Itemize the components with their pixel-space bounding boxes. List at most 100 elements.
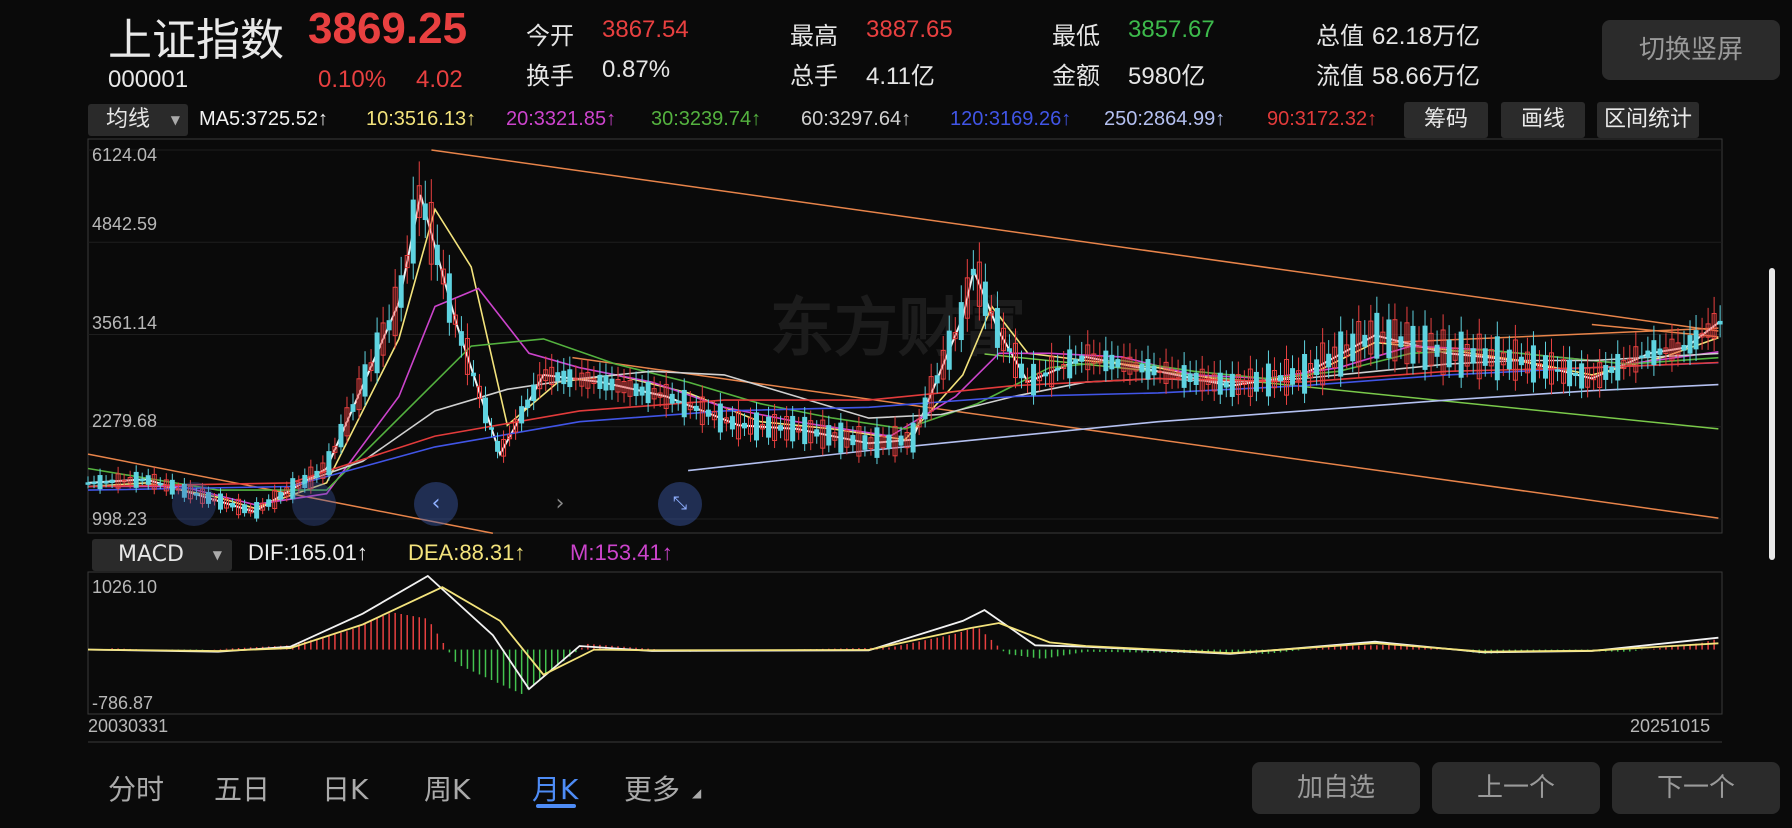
candle-body — [248, 507, 254, 514]
ma-dropdown[interactable]: 均线 ▼ — [88, 104, 188, 136]
candle-body — [1049, 356, 1055, 388]
macd-dea: DEA:88.31↑ — [408, 540, 526, 565]
candle-body — [1416, 340, 1422, 352]
candle-body — [1603, 364, 1609, 380]
candle-body — [501, 438, 507, 457]
scroll-left-button[interactable]: ‹ — [414, 482, 458, 526]
candle-body — [1061, 364, 1067, 369]
period-button[interactable] — [292, 482, 336, 526]
tab-1[interactable]: 五日 — [214, 768, 270, 808]
tab-4[interactable]: 月K — [532, 768, 578, 808]
candle-body — [1398, 336, 1404, 348]
candle-body — [1573, 372, 1579, 377]
candle-body — [278, 492, 284, 500]
candle-body — [1579, 363, 1585, 389]
candle-body — [639, 386, 645, 396]
candle-body — [1043, 372, 1049, 377]
candle-body — [1464, 343, 1470, 367]
macd-dea-line — [87, 586, 1719, 676]
candle-body — [326, 451, 332, 476]
candle-body — [266, 499, 272, 507]
candle-body — [1290, 368, 1296, 385]
candle-body — [1332, 346, 1338, 369]
bottom-button-2[interactable]: 下一个 — [1612, 762, 1780, 814]
zoom-in-button[interactable]: ⤡ — [658, 482, 702, 526]
stat-value: 62.18万亿 — [1372, 23, 1481, 50]
change-percent: 0.10% — [318, 66, 387, 93]
candle-body — [868, 437, 874, 450]
candle-body — [470, 372, 476, 377]
candle-body — [1494, 336, 1500, 381]
candle-body — [1091, 353, 1097, 364]
candle-body — [1169, 369, 1175, 379]
candle-body — [1296, 370, 1302, 381]
rotate-screen-button[interactable]: 切换竖屏 — [1602, 20, 1780, 80]
candle-body — [537, 374, 543, 390]
candle-body — [350, 404, 356, 412]
candle-body — [591, 378, 597, 385]
ma-line-30 — [87, 338, 1719, 491]
tool-button[interactable]: 筹码 — [1404, 102, 1488, 138]
candle-body — [729, 416, 735, 430]
candle-body — [958, 302, 964, 341]
main-plot-frame — [87, 138, 1723, 534]
ma-value: 30:3239.74↑ — [651, 108, 762, 130]
candle-body — [1488, 348, 1494, 367]
candle-body — [1284, 358, 1290, 396]
candle-body — [766, 416, 772, 438]
candle-body — [976, 261, 982, 307]
stat-value: 0.87% — [602, 56, 671, 83]
candle-body — [741, 422, 747, 429]
tab-3[interactable]: 周K — [424, 768, 470, 808]
tab-0[interactable]: 分时 — [108, 768, 164, 808]
bottom-button-1[interactable]: 上一个 — [1432, 762, 1600, 814]
candle-body — [886, 434, 892, 449]
candle-body — [1217, 372, 1223, 395]
candle-body — [1241, 382, 1247, 385]
macd-m: M:153.41↑ — [570, 540, 673, 565]
candle-body — [1037, 372, 1043, 382]
zoom-out-button[interactable] — [172, 482, 216, 526]
trend-line — [1389, 327, 1719, 344]
candle-body — [1452, 347, 1458, 361]
candle-body — [910, 422, 916, 453]
macd-dif: DIF:165.01↑ — [248, 540, 368, 565]
tab-5[interactable]: 更多 — [624, 768, 680, 808]
scroll-right-button[interactable]: › — [538, 482, 582, 526]
candle-body — [675, 400, 681, 404]
candle-body — [531, 384, 537, 402]
candle-body — [1145, 359, 1151, 380]
candle-body — [1253, 371, 1259, 392]
candle-body — [1199, 368, 1205, 392]
candle-body — [320, 462, 326, 479]
candle-body — [1524, 351, 1530, 374]
candle-body — [802, 416, 808, 445]
candle-body — [1079, 355, 1085, 362]
candle-body — [1109, 354, 1115, 370]
candle-body — [440, 268, 446, 285]
candle-body — [513, 419, 519, 433]
bottom-button-0[interactable]: 加自选 — [1252, 762, 1420, 814]
tab-2[interactable]: 日K — [322, 768, 368, 808]
macd-y-bottom: -786.87 — [92, 693, 154, 713]
candle-body — [133, 471, 139, 488]
ma-line-90 — [87, 361, 1719, 488]
candle-body — [374, 332, 380, 374]
candle-body — [151, 473, 157, 490]
candle-body — [1506, 349, 1512, 370]
tool-button[interactable]: 区间统计 — [1597, 102, 1699, 138]
candle-body — [693, 405, 699, 411]
scrollbar[interactable] — [1769, 268, 1775, 560]
stat-label: 金额 — [1052, 62, 1100, 90]
trend-line — [1591, 323, 1719, 338]
tool-button[interactable]: 画线 — [1501, 102, 1585, 138]
candle-body — [464, 337, 470, 375]
candle-body — [1711, 313, 1717, 339]
candle-body — [982, 281, 988, 316]
candle-body — [1386, 319, 1392, 359]
candle-body — [603, 375, 609, 391]
candle-body — [1085, 344, 1091, 371]
candle-body — [1121, 357, 1127, 372]
macd-dropdown[interactable]: MACD ▼ — [92, 539, 232, 571]
candle-body — [1693, 330, 1699, 350]
